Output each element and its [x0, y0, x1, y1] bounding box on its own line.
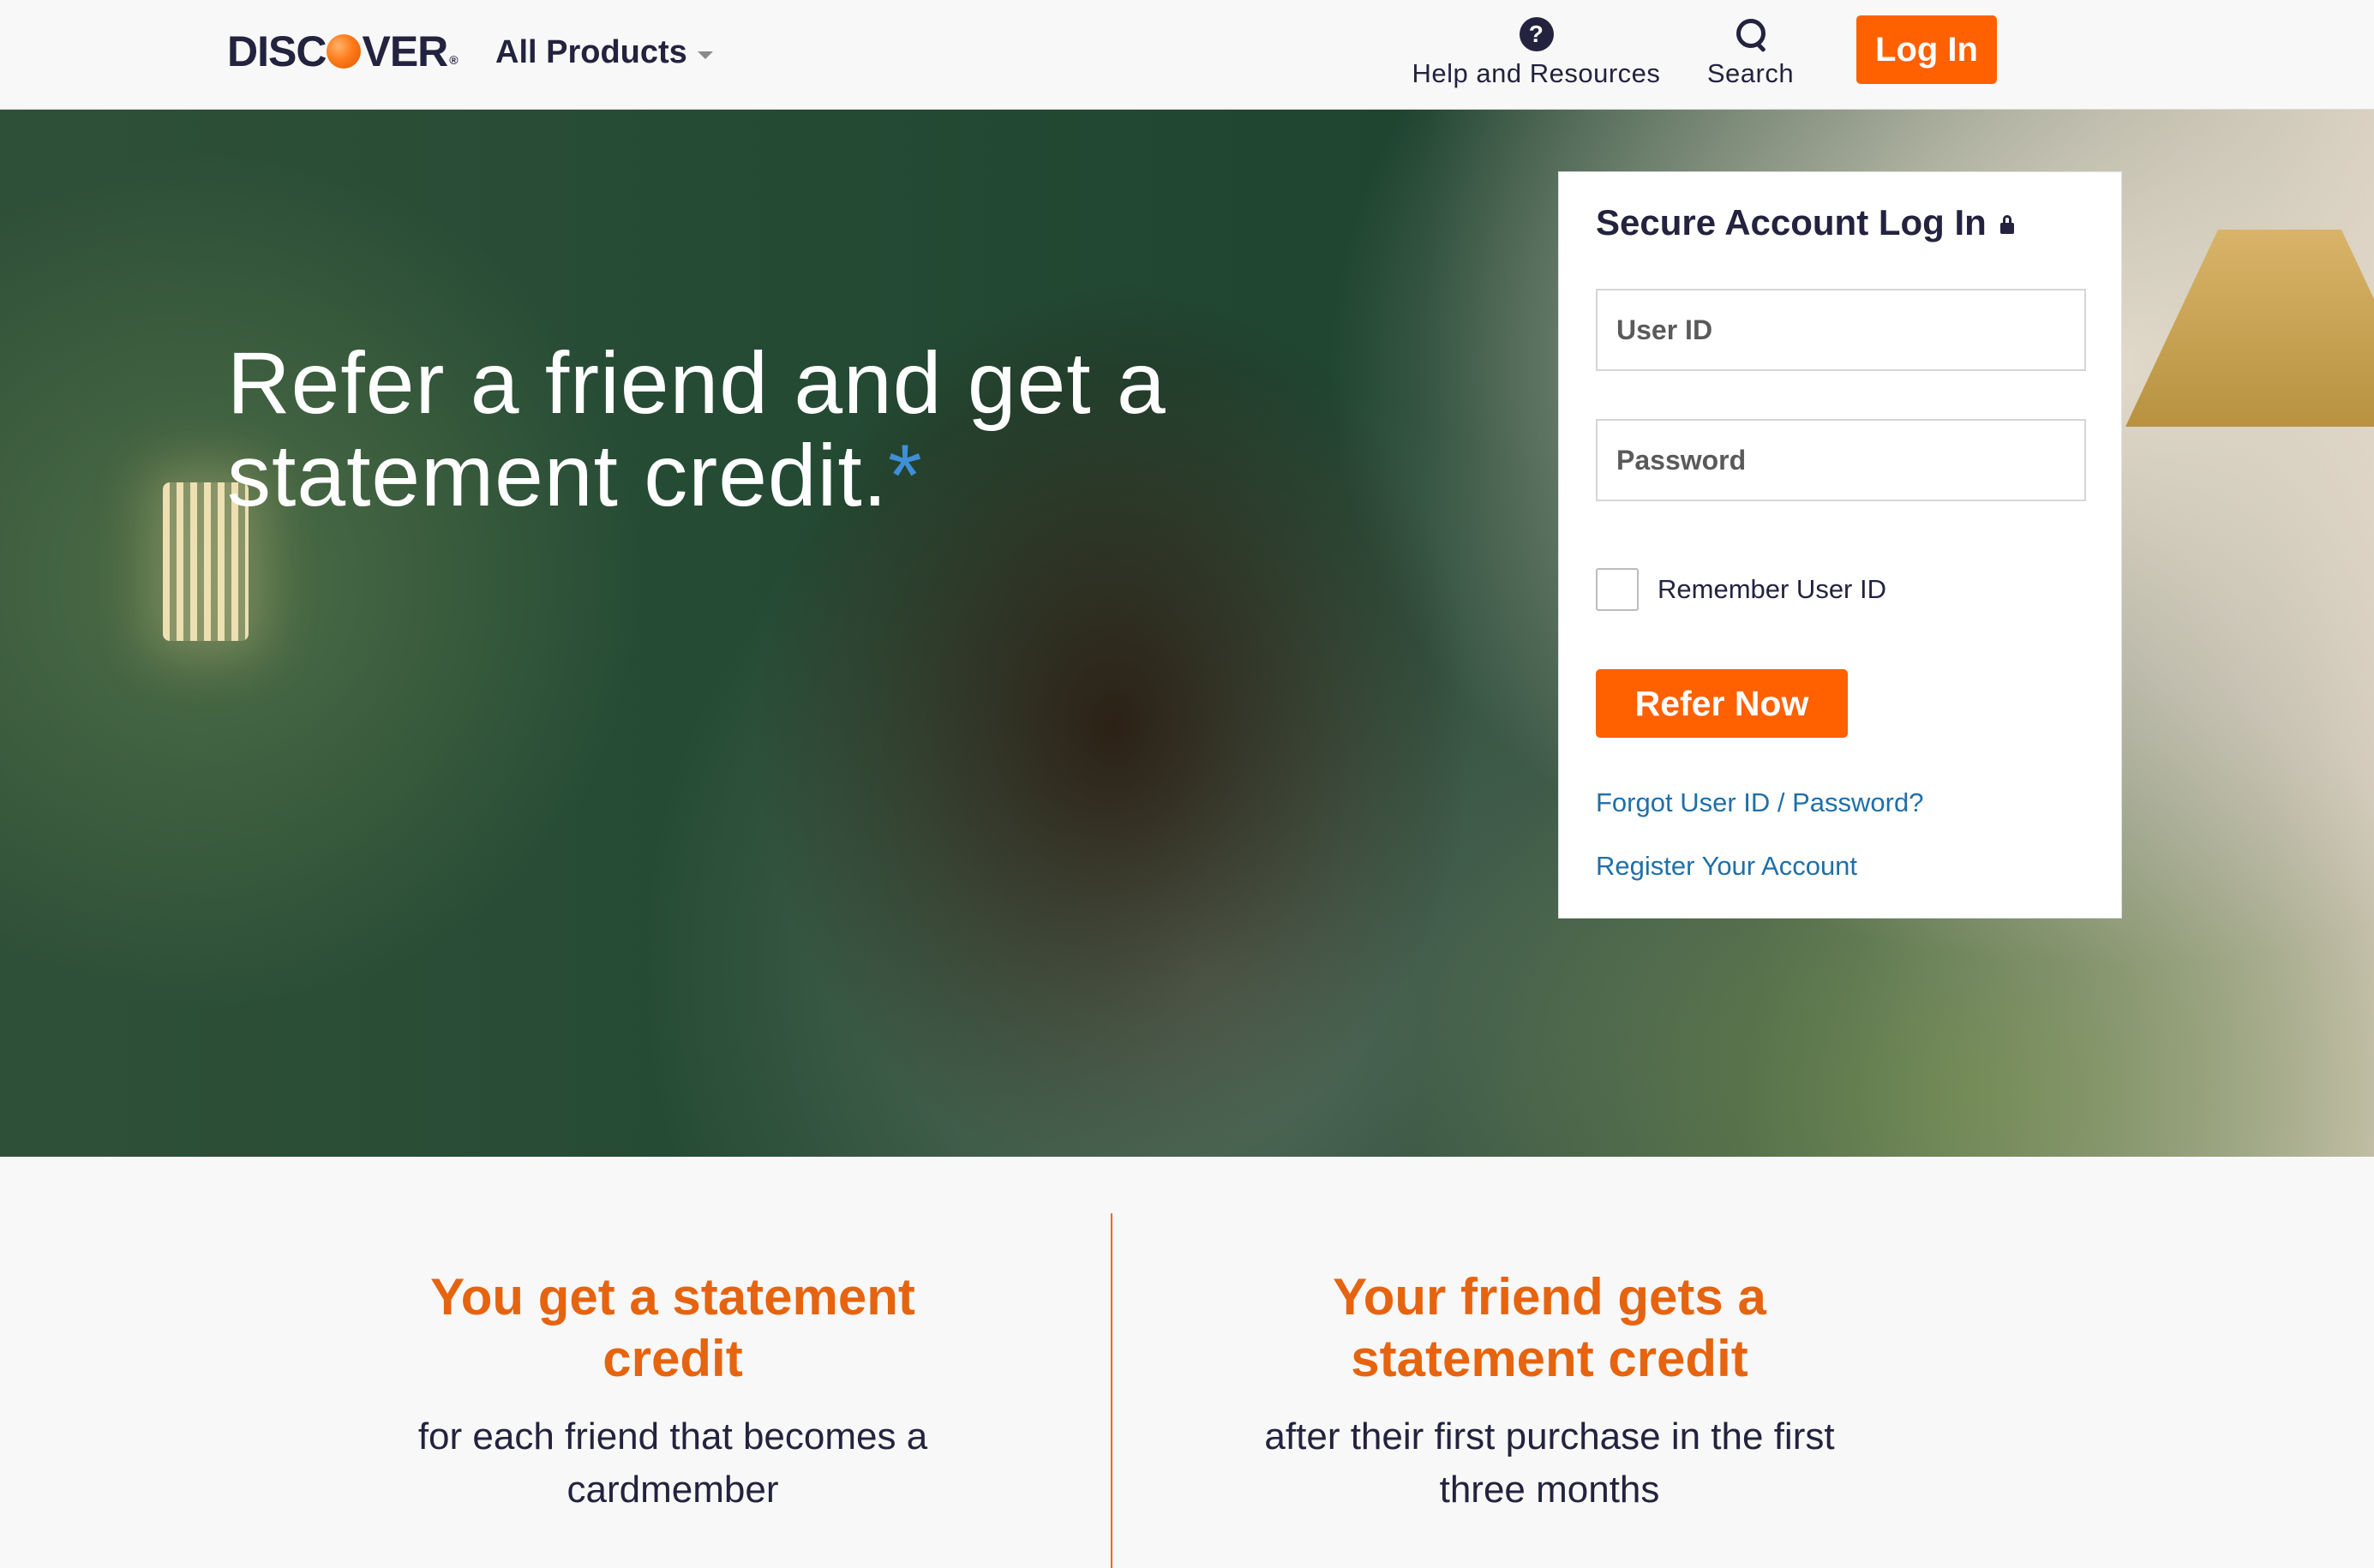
all-products-label: All Products [495, 33, 687, 70]
hero-title-text: Refer a friend and get a statement credi… [227, 334, 1166, 524]
hero-title: Refer a friend and get a statement credi… [227, 337, 1256, 522]
help-and-resources-link[interactable]: ? Help and Resources [1410, 17, 1663, 89]
lock-icon [1999, 215, 2014, 234]
hero-title-asterisk: * [888, 427, 923, 524]
forgot-user-id-password-link[interactable]: Forgot User ID / Password? [1596, 787, 1923, 818]
chevron-down-icon [697, 51, 713, 59]
register-account-link[interactable]: Register Your Account [1596, 851, 1857, 882]
help-label: Help and Resources [1412, 58, 1661, 88]
benefit-you: You get a statement credit for each frie… [330, 1266, 1016, 1517]
all-products-menu[interactable]: All Products [495, 28, 713, 76]
discover-logo[interactable]: DISC VER ® [227, 26, 459, 77]
benefits-divider [1111, 1213, 1112, 1568]
secure-login-card: Secure Account Log In Remember User ID R… [1558, 171, 2122, 919]
remember-user-id-label: Remember User ID [1658, 574, 1886, 604]
login-card-title: Secure Account Log In [1596, 202, 2014, 243]
search-link[interactable]: Search [1701, 17, 1800, 89]
logo-text-left: DISC [227, 27, 327, 75]
remember-user-id[interactable]: Remember User ID [1596, 568, 1886, 611]
benefit-friend-heading: Your friend gets a statement credit [1333, 1268, 1766, 1387]
logo-trademark: ® [449, 53, 458, 67]
benefit-you-body: for each friend that becomes a cardmembe… [417, 1415, 928, 1511]
refer-now-button[interactable]: Refer Now [1596, 669, 1848, 738]
password-input[interactable] [1596, 419, 2086, 501]
user-id-input[interactable] [1596, 289, 2086, 371]
logo-text-right: VER [362, 27, 448, 75]
hero-background-pendant-lamp [2125, 230, 2374, 427]
benefit-you-heading: You get a statement credit [430, 1268, 915, 1387]
login-card-title-text: Secure Account Log In [1596, 202, 1987, 242]
search-icon [1734, 17, 1768, 53]
benefit-friend-body: after their first purchase in the first … [1264, 1415, 1835, 1511]
site-header: DISC VER ® All Products ? Help and Resourc… [0, 0, 2374, 110]
help-icon: ? [1519, 17, 1554, 51]
remember-user-id-checkbox[interactable] [1596, 568, 1639, 611]
header-login-button[interactable]: Log In [1856, 15, 1997, 84]
search-label: Search [1706, 58, 1795, 88]
logo-dot-icon [327, 34, 362, 69]
benefit-friend: Your friend gets a statement credit afte… [1207, 1266, 1892, 1517]
